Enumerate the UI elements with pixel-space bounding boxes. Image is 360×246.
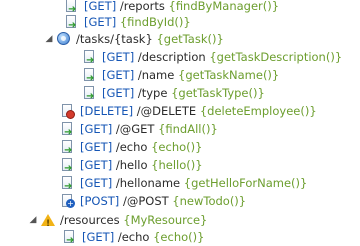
resource-path: /echo <box>117 230 150 244</box>
warning-icon <box>40 212 56 233</box>
tree-row-hello[interactable]: ➜ [GET] /hello {hello()} <box>60 156 203 174</box>
http-verb: [GET] <box>102 50 135 64</box>
http-verb: [GET] <box>102 68 135 82</box>
method-doc-icon: ➜ <box>82 49 98 66</box>
java-method: {hello()} <box>151 158 203 172</box>
java-method: {getTaskName()} <box>178 68 280 82</box>
resource-path: /description <box>137 50 206 64</box>
java-method: {getTaskDescription()} <box>209 50 343 64</box>
resource-path: /hello <box>115 158 148 172</box>
java-method: {echo()} <box>153 230 205 244</box>
http-verb: [GET] <box>84 15 117 29</box>
resource-icon <box>56 31 72 47</box>
tree-row-get[interactable]: ➜ [GET] /@GET {findAll()} <box>60 120 218 138</box>
resource-path: /helloname <box>115 176 181 190</box>
http-verb: [GET] <box>80 158 113 172</box>
java-method: {getTask()} <box>156 32 224 46</box>
expand-twisty-icon[interactable]: ◢ <box>44 30 54 48</box>
tree-row-type[interactable]: ➜ [GET] /type {getTaskType()} <box>82 84 265 102</box>
method-doc-icon: ➜ <box>64 14 80 31</box>
resource-path: /@POST <box>122 194 169 208</box>
tree-row-resources-echo[interactable]: ➜ [GET] /echo {echo()} <box>62 228 204 246</box>
method-doc-icon: ➜ <box>60 139 76 156</box>
tree-row-helloname[interactable]: ➜ [GET] /helloname {getHelloForName()} <box>60 174 307 192</box>
java-method: {getTaskType()} <box>171 86 265 100</box>
post-doc-icon: + <box>60 193 76 209</box>
method-doc-icon: ➜ <box>62 229 78 246</box>
tree-row-findbyid[interactable]: ➜ [GET] {findById()} <box>64 13 191 31</box>
resource-path: /tasks/{task} <box>76 32 153 46</box>
java-class: {MyResource} <box>123 213 208 227</box>
resource-path: /type <box>137 86 168 100</box>
delete-doc-icon <box>60 103 76 119</box>
resource-path: /name <box>137 68 175 82</box>
java-method: {findById()} <box>119 15 191 29</box>
tree-row-post[interactable]: + [POST] /@POST {newTodo()} <box>60 192 246 210</box>
method-doc-icon: ➜ <box>60 121 76 138</box>
method-doc-icon: ➜ <box>64 0 80 15</box>
java-method: {deleteEmployee()} <box>199 104 317 118</box>
expand-twisty-icon[interactable]: ◢ <box>28 211 38 229</box>
method-doc-icon: ➜ <box>82 85 98 102</box>
http-verb: [GET] <box>82 230 115 244</box>
http-verb: [POST] <box>80 194 120 208</box>
http-verb: [GET] <box>102 86 135 100</box>
tree-row-echo[interactable]: ➜ [GET] /echo {echo()} <box>60 138 202 156</box>
http-verb: [DELETE] <box>80 104 134 118</box>
tree-row-name[interactable]: ➜ [GET] /name {getTaskName()} <box>82 66 279 84</box>
tree-row-description[interactable]: ➜ [GET] /description {getTaskDescription… <box>82 48 342 66</box>
resource-path: /echo <box>115 140 148 154</box>
java-method: {getHelloForName()} <box>183 176 308 190</box>
resource-path: /@GET <box>115 122 155 136</box>
method-doc-icon: ➜ <box>60 175 76 192</box>
tree-row-tasks[interactable]: ◢ /tasks/{task} {getTask()} <box>44 30 224 48</box>
method-doc-icon: ➜ <box>60 157 76 174</box>
java-method: {newTodo()} <box>172 194 247 208</box>
java-method: {echo()} <box>151 140 203 154</box>
http-verb: [GET] <box>80 176 113 190</box>
resource-path: /resources <box>60 213 120 227</box>
java-method: {findAll()} <box>158 122 218 136</box>
tree-row-delete[interactable]: [DELETE] /@DELETE {deleteEmployee()} <box>60 102 317 120</box>
resource-path: /@DELETE <box>136 104 197 118</box>
tree-row-resources[interactable]: ◢ /resources {MyResource} <box>28 211 208 233</box>
http-verb: [GET] <box>80 140 113 154</box>
http-verb: [GET] <box>80 122 113 136</box>
method-doc-icon: ➜ <box>82 67 98 84</box>
